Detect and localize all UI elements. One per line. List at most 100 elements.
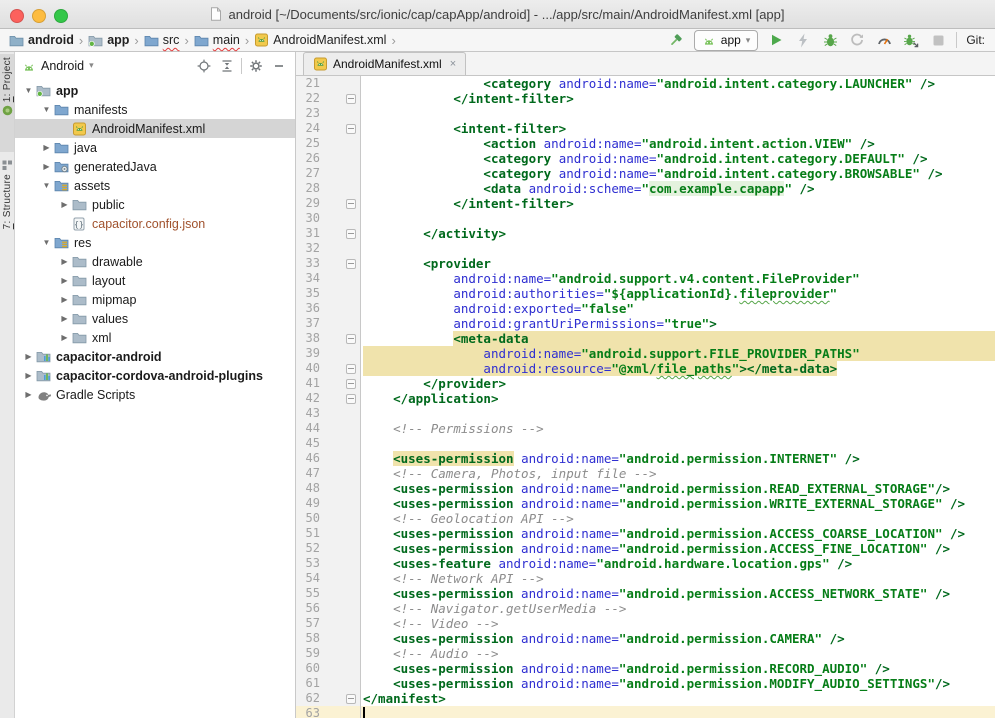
run-configuration-select[interactable]: app▾ [694,30,759,51]
editor-line[interactable]: 49 <uses-permission android:name="androi… [296,496,995,511]
editor-line[interactable]: 48 <uses-permission android:name="androi… [296,481,995,496]
editor-line[interactable]: 24 <intent-filter> [296,121,995,136]
editor-line[interactable]: 51 <uses-permission android:name="androi… [296,526,995,541]
code-line[interactable]: <uses-permission android:name="android.p… [361,586,995,601]
code-line[interactable]: <uses-permission android:name="android.p… [361,541,995,556]
editor-line[interactable]: 21 <category android:name="android.inten… [296,76,995,91]
editor-line[interactable]: 63 [296,706,995,718]
fold-marker-icon[interactable] [346,394,356,404]
minimize-window-button[interactable] [32,9,46,23]
editor-line[interactable]: 39 android:name="android.support.FILE_PR… [296,346,995,361]
code-line[interactable]: android:name="android.support.v4.content… [361,271,995,286]
code-line[interactable]: <uses-permission android:name="android.p… [361,661,995,676]
close-window-button[interactable] [10,9,24,23]
tree-item-manifests[interactable]: ▼manifests [15,100,295,119]
editor-line[interactable]: 44 <!-- Permissions --> [296,421,995,436]
tree-item-res[interactable]: ▼res [15,233,295,252]
debug-button[interactable] [821,31,839,49]
tree-chevron-icon[interactable]: ▶ [39,143,54,152]
code-line[interactable]: <uses-permission android:name="android.p… [361,451,995,466]
fold-marker-icon[interactable] [346,94,356,104]
code-line[interactable]: android:exported="false" [361,301,995,316]
code-line[interactable]: <uses-feature android:name="android.hard… [361,556,995,571]
editor-line[interactable]: 61 <uses-permission android:name="androi… [296,676,995,691]
editor-line[interactable]: 56 <!-- Navigator.getUserMedia --> [296,601,995,616]
breadcrumb-item-src[interactable]: src [144,33,180,47]
code-line[interactable]: <uses-permission android:name="android.p… [361,481,995,496]
code-line[interactable] [361,241,995,256]
editor-line[interactable]: 59 <!-- Audio --> [296,646,995,661]
stop-button[interactable] [929,31,947,49]
code-line[interactable]: <category android:name="android.intent.c… [361,166,995,181]
fold-marker-icon[interactable] [346,124,356,134]
breadcrumb-item-android[interactable]: android [9,33,74,47]
tree-item-xml[interactable]: ▶xml [15,328,295,347]
editor-line[interactable]: 38 <meta-data [296,331,995,346]
code-line[interactable]: <category android:name="android.intent.c… [361,76,995,91]
tree-item-drawable[interactable]: ▶drawable [15,252,295,271]
tree-chevron-icon[interactable]: ▼ [21,86,36,95]
editor-line[interactable]: 30 [296,211,995,226]
editor-line[interactable]: 50 <!-- Geolocation API --> [296,511,995,526]
profiler-button[interactable] [875,31,893,49]
fold-marker-icon[interactable] [346,334,356,344]
gear-icon[interactable] [247,57,265,75]
editor-line[interactable]: 34 android:name="android.support.v4.cont… [296,271,995,286]
tree-chevron-icon[interactable]: ▼ [39,238,54,247]
tree-item-assets[interactable]: ▼assets [15,176,295,195]
zoom-window-button[interactable] [54,9,68,23]
tree-item-values[interactable]: ▶values [15,309,295,328]
editor-line[interactable]: 45 [296,436,995,451]
code-line[interactable] [361,211,995,226]
tree-item-generatedjava[interactable]: ▶generatedJava [15,157,295,176]
editor-line[interactable]: 58 <uses-permission android:name="androi… [296,631,995,646]
code-line[interactable]: <uses-permission android:name="android.p… [361,631,995,646]
editor-line[interactable]: 31 </activity> [296,226,995,241]
code-line[interactable]: <meta-data [361,331,995,346]
editor-line[interactable]: 47 <!-- Camera, Photos, input file --> [296,466,995,481]
editor-line[interactable]: 27 <category android:name="android.inten… [296,166,995,181]
editor-line[interactable]: 35 android:authorities="${applicationId}… [296,286,995,301]
editor-line[interactable]: 28 <data android:scheme="com.example.cap… [296,181,995,196]
tree-item-capacitor-config-json[interactable]: {}capacitor.config.json [15,214,295,233]
code-line[interactable]: <uses-permission android:name="android.p… [361,496,995,511]
code-line[interactable]: </provider> [361,376,995,391]
code-line[interactable]: <uses-permission android:name="android.p… [361,526,995,541]
close-tab-icon[interactable]: × [450,58,456,70]
fold-marker-icon[interactable] [346,229,356,239]
tab-androidmanifest[interactable]: AndroidManifest.xml × [303,52,466,75]
breadcrumb-item-app[interactable]: app [88,33,129,47]
code-line[interactable]: <category android:name="android.intent.c… [361,151,995,166]
tree-chevron-icon[interactable]: ▶ [57,333,72,342]
code-line[interactable] [361,406,995,421]
editor-line[interactable]: 23 [296,106,995,121]
code-line[interactable]: <intent-filter> [361,121,995,136]
tree-item-capacitor-cordova-android-plugins[interactable]: ▶capacitor-cordova-android-plugins [15,366,295,385]
tree-chevron-icon[interactable]: ▶ [21,352,36,361]
tree-chevron-icon[interactable]: ▶ [21,371,36,380]
code-line[interactable]: </intent-filter> [361,91,995,106]
editor-line[interactable]: 41 </provider> [296,376,995,391]
tree-item-mipmap[interactable]: ▶mipmap [15,290,295,309]
code-line[interactable]: <!-- Camera, Photos, input file --> [361,466,995,481]
editor-line[interactable]: 40 android:resource="@xml/file_paths"></… [296,361,995,376]
code-line[interactable]: <data android:scheme="com.example.capapp… [361,181,995,196]
code-line[interactable] [361,106,995,121]
locate-file-button[interactable] [195,57,213,75]
code-line[interactable]: android:authorities="${applicationId}.fi… [361,286,995,301]
project-view-selector[interactable]: Android [41,59,84,73]
code-editor[interactable]: 21 <category android:name="android.inten… [296,76,995,718]
code-line[interactable]: <!-- Video --> [361,616,995,631]
code-line[interactable]: <!-- Permissions --> [361,421,995,436]
fold-marker-icon[interactable] [346,199,356,209]
code-line[interactable]: <!-- Audio --> [361,646,995,661]
fold-marker-icon[interactable] [346,694,356,704]
hide-panel-button[interactable] [270,57,288,75]
editor-line[interactable]: 46 <uses-permission android:name="androi… [296,451,995,466]
code-line[interactable]: android:name="android.support.FILE_PROVI… [361,346,995,361]
fold-marker-icon[interactable] [346,364,356,374]
code-line[interactable]: <uses-permission android:name="android.p… [361,676,995,691]
code-line[interactable] [361,706,995,718]
editor-line[interactable]: 22 </intent-filter> [296,91,995,106]
editor-line[interactable]: 33 <provider [296,256,995,271]
